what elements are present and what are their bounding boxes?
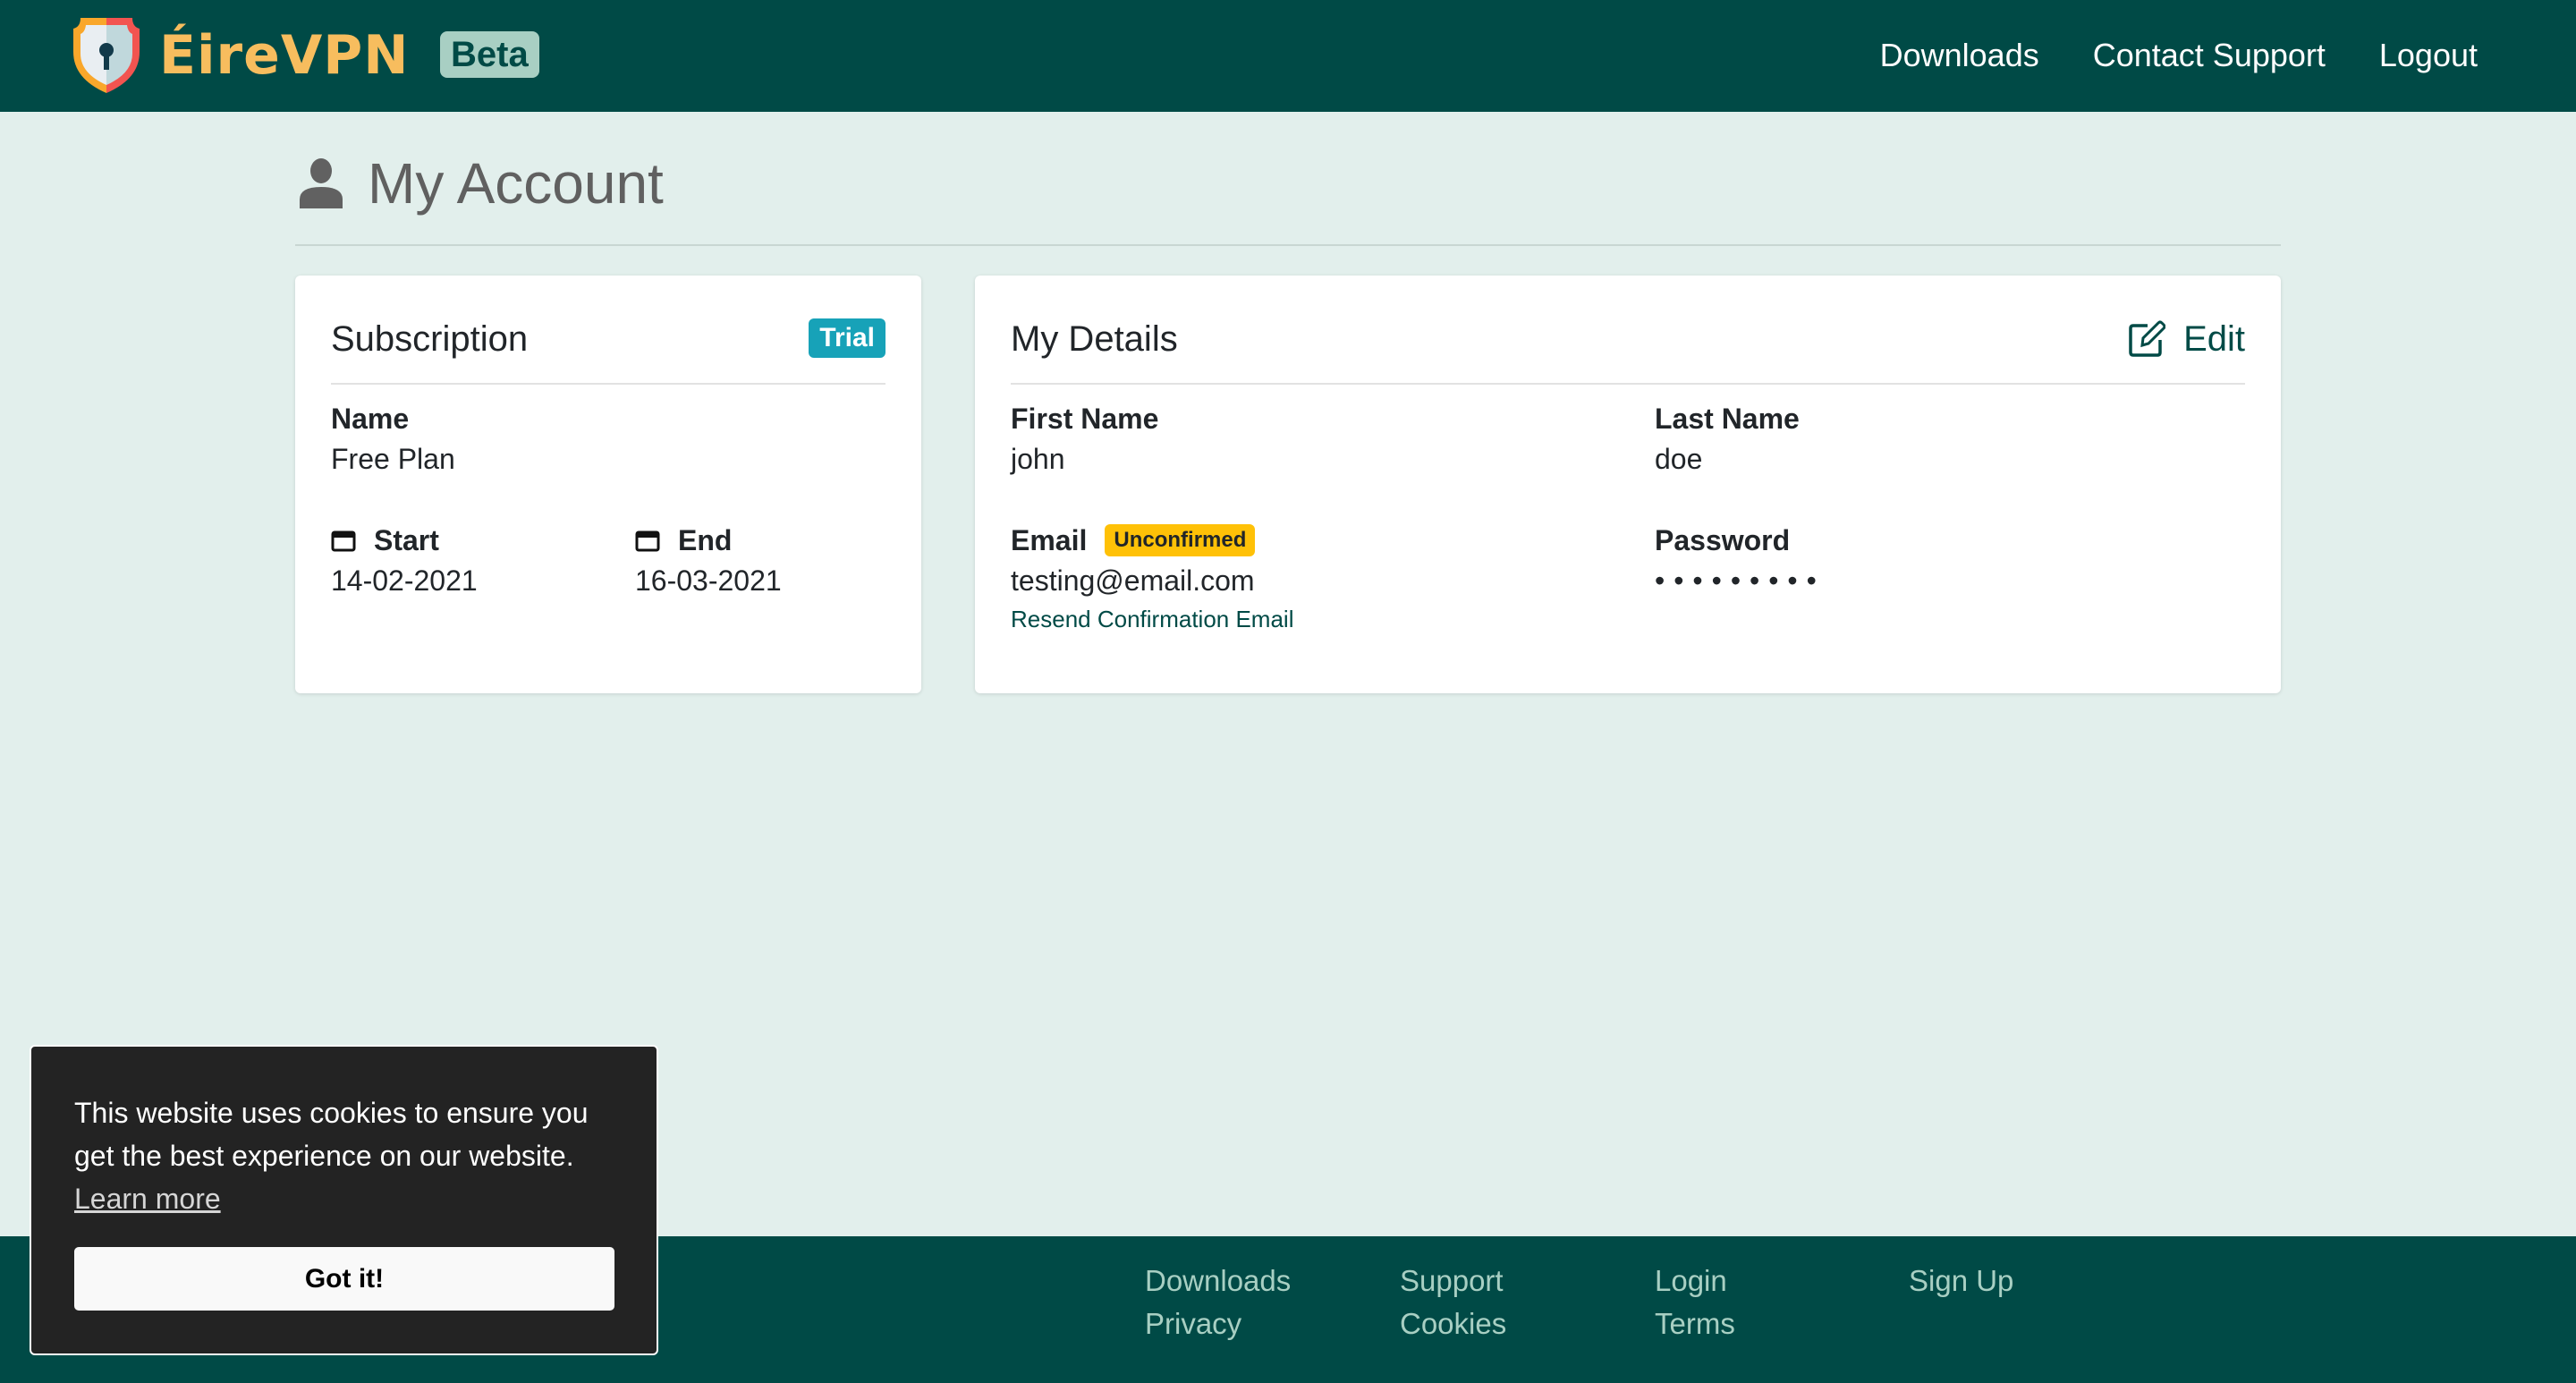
first-name-value: john: [1011, 443, 1065, 475]
last-name-value: doe: [1655, 443, 1703, 475]
plan-name-field: Name Free Plan: [331, 401, 455, 481]
footer-link-login[interactable]: Login: [1655, 1263, 1727, 1299]
plan-name-value: Free Plan: [331, 443, 455, 475]
password-value: •••••••••: [1655, 564, 1826, 597]
password-field: Password •••••••••: [1655, 522, 1826, 603]
subscription-title: Subscription: [331, 319, 529, 359]
start-date-field: Start 14-02-2021: [331, 522, 478, 603]
end-date-value: 16-03-2021: [635, 564, 782, 597]
page-heading: My Account: [298, 143, 664, 224]
footer-link-terms[interactable]: Terms: [1655, 1306, 1735, 1342]
start-date-value: 14-02-2021: [331, 564, 478, 597]
edit-icon: [2129, 320, 2166, 357]
details-title: My Details: [1011, 319, 1178, 359]
cookie-accept-button[interactable]: Got it!: [74, 1247, 614, 1311]
edit-label: Edit: [2183, 319, 2245, 359]
email-field: Email Unconfirmed testing@email.com Rese…: [1011, 522, 1293, 635]
cookie-message-text: This website uses cookies to ensure you …: [74, 1097, 589, 1172]
email-label: Email: [1011, 524, 1088, 556]
details-card-header: My Details Edit: [1011, 311, 2245, 385]
nav-contact-support[interactable]: Contact Support: [2093, 36, 2326, 75]
user-icon: [300, 158, 343, 208]
plan-name-label: Name: [331, 403, 410, 435]
cookie-consent-banner: This website uses cookies to ensure you …: [30, 1045, 658, 1355]
end-date-field: End 16-03-2021: [635, 522, 782, 603]
brand-name[interactable]: ÉireVPN: [159, 20, 409, 91]
footer-link-cookies[interactable]: Cookies: [1400, 1306, 1506, 1342]
nav-downloads[interactable]: Downloads: [1880, 36, 2039, 75]
page-title: My Account: [368, 151, 664, 216]
main-nav: Downloads Contact Support Logout: [1880, 36, 2478, 75]
start-date-label: Start: [374, 524, 439, 556]
footer-link-sign-up[interactable]: Sign Up: [1909, 1263, 2013, 1299]
password-label: Password: [1655, 524, 1791, 556]
title-divider: [295, 244, 2281, 246]
last-name-label: Last Name: [1655, 403, 1800, 435]
subscription-card: Subscription Trial Name Free Plan Start …: [295, 276, 921, 693]
my-details-card: My Details Edit First Name john Last Nam…: [975, 276, 2281, 693]
calendar-icon: [635, 530, 660, 552]
footer-link-privacy[interactable]: Privacy: [1145, 1306, 1241, 1342]
calendar-icon: [331, 530, 356, 552]
email-unconfirmed-badge: Unconfirmed: [1105, 524, 1256, 556]
subscription-card-header: Subscription Trial: [331, 311, 886, 385]
footer-link-support[interactable]: Support: [1400, 1263, 1504, 1299]
first-name-field: First Name john: [1011, 401, 1158, 481]
last-name-field: Last Name doe: [1655, 401, 1800, 481]
first-name-label: First Name: [1011, 403, 1159, 435]
top-navbar: ÉireVPN Beta Downloads Contact Support L…: [0, 0, 2576, 112]
email-value: testing@email.com: [1011, 564, 1255, 597]
end-date-label: End: [678, 524, 733, 556]
plan-status-badge: Trial: [809, 318, 886, 358]
shield-lock-logo-icon[interactable]: [72, 16, 141, 95]
cookie-message: This website uses cookies to ensure you …: [74, 1091, 629, 1220]
cookie-learn-more-link[interactable]: Learn more: [74, 1183, 221, 1215]
nav-logout[interactable]: Logout: [2379, 36, 2478, 75]
edit-details-button[interactable]: Edit: [2128, 317, 2245, 361]
beta-badge: Beta: [440, 31, 539, 78]
resend-confirmation-link[interactable]: Resend Confirmation Email: [1011, 603, 1293, 635]
footer-link-downloads[interactable]: Downloads: [1145, 1263, 1291, 1299]
